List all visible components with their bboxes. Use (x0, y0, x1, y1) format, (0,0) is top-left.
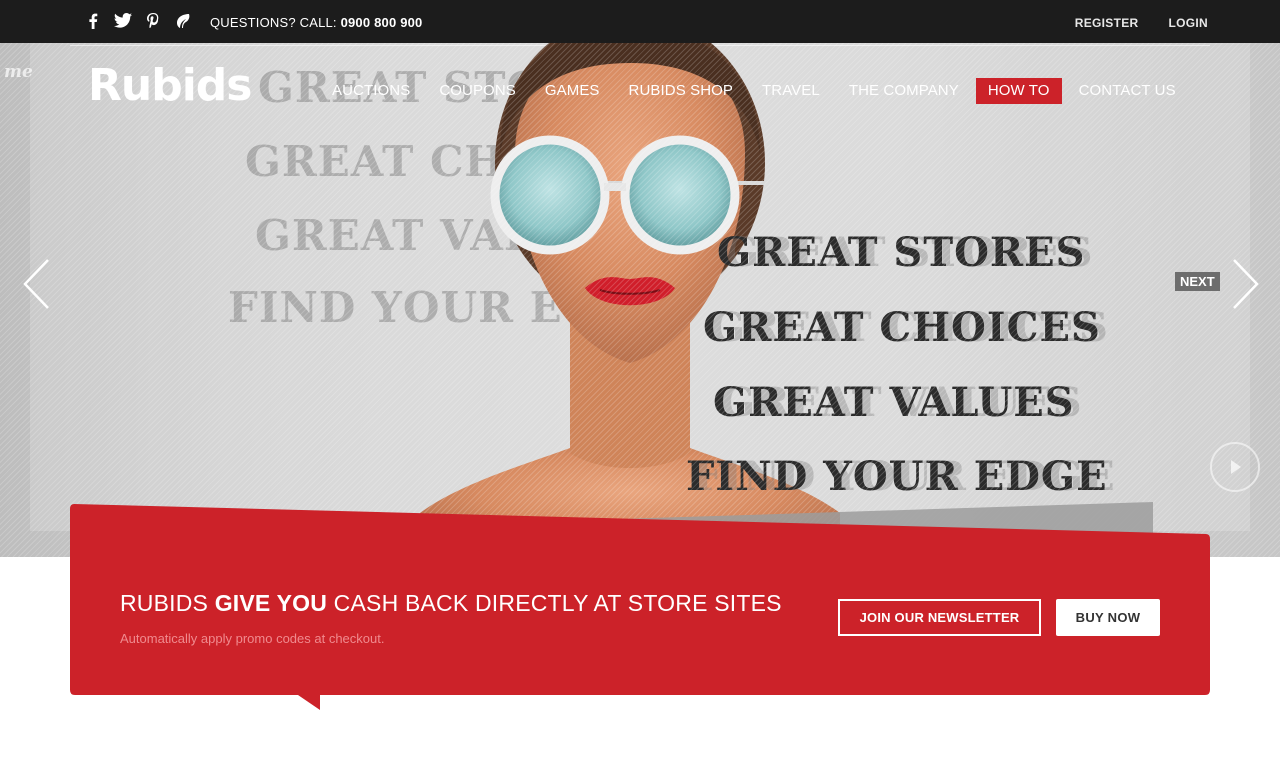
next-slide-arrow-icon[interactable] (1230, 258, 1260, 310)
buy-now-button[interactable]: BUY NOW (1056, 599, 1160, 636)
login-link[interactable]: LOGIN (1169, 16, 1209, 30)
nav-item-auctions[interactable]: AUCTIONS (320, 78, 422, 104)
top-bar: QUESTIONS? CALL: 0900 800 900 REGISTER L… (0, 0, 1280, 43)
pinterest-icon[interactable] (138, 13, 168, 31)
auth-links: REGISTER LOGIN (1075, 16, 1208, 30)
banner-title-pre: RUBIDS (120, 590, 215, 616)
phone-prefix: QUESTIONS? CALL: (210, 15, 337, 30)
cashback-banner: RUBIDS GIVE YOU CASH BACK DIRECTLY AT ST… (70, 502, 1210, 710)
nav-item-how-to[interactable]: HOW TO (975, 78, 1062, 104)
nav-item-travel[interactable]: TRAVEL (750, 78, 832, 104)
headline-great-values: GREAT VALUES (713, 379, 1075, 426)
main-nav: AUCTIONS COUPONS GAMES RUBIDS SHOP TRAVE… (320, 78, 1193, 104)
banner-subtitle: Automatically apply promo codes at check… (120, 631, 385, 646)
nav-item-games[interactable]: GAMES (533, 78, 612, 104)
nav-item-coupons[interactable]: COUPONS (427, 78, 528, 104)
nav-item-contact-us[interactable]: CONTACT US (1067, 78, 1188, 104)
me-mark: me (4, 62, 33, 82)
phone-number[interactable]: 0900 800 900 (341, 15, 423, 30)
nav-item-the-company[interactable]: THE COMPANY (837, 78, 971, 104)
facebook-icon[interactable] (78, 13, 108, 31)
social-links (78, 13, 198, 31)
banner-title: RUBIDS GIVE YOU CASH BACK DIRECTLY AT ST… (120, 590, 782, 617)
headline-find-your-edge: FIND YOUR EDGE (686, 453, 1108, 500)
site-logo[interactable]: Rubids (88, 60, 252, 111)
hero-slider: GREAT STO GREAT CHO GREAT VAL FIND YOUR … (0, 43, 1280, 557)
headline-great-choices: GREAT CHOICES (703, 304, 1101, 351)
banner-title-bold: GIVE YOU (214, 590, 328, 616)
play-icon[interactable] (1210, 442, 1260, 492)
banner-title-post: CASH BACK DIRECTLY AT STORE SITES (327, 590, 782, 616)
headline-great-stores: GREAT STORES (717, 229, 1086, 276)
twitter-icon[interactable] (108, 13, 138, 31)
register-link[interactable]: REGISTER (1075, 16, 1139, 30)
prev-slide-arrow-icon[interactable] (22, 258, 52, 310)
join-newsletter-button[interactable]: JOIN OUR NEWSLETTER (838, 599, 1041, 636)
leaf-icon[interactable] (168, 13, 198, 31)
next-slide-label[interactable]: NEXT (1175, 272, 1220, 291)
contact-phone: QUESTIONS? CALL: 0900 800 900 (210, 15, 423, 30)
nav-item-rubids-shop[interactable]: RUBIDS SHOP (617, 78, 745, 104)
